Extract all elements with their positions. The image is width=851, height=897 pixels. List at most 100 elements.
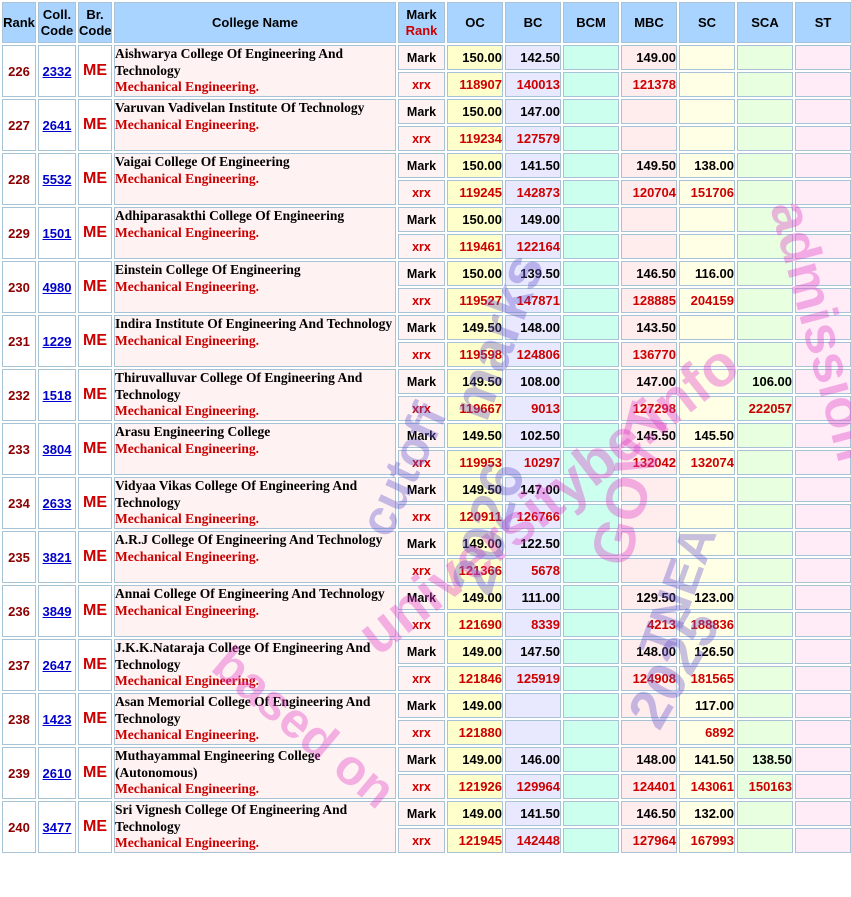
college-code-link[interactable]: 5532 [43, 172, 72, 187]
rank-bc: 9013 [505, 396, 561, 421]
college-name: Vaigai College Of Engineering [115, 154, 290, 169]
mark-oc: 149.50 [447, 369, 503, 394]
mark-bcm [563, 639, 619, 664]
mark-st [795, 801, 851, 826]
mark-sc: 132.00 [679, 801, 735, 826]
rank-bc: 124806 [505, 342, 561, 367]
branch-code: ME [78, 315, 112, 367]
mark-bc: 142.50 [505, 45, 561, 70]
college-code-link[interactable]: 2633 [43, 496, 72, 511]
mark-sc [679, 207, 735, 232]
college-name: Annai College Of Engineering And Technol… [115, 586, 385, 601]
mark-mbc: 148.00 [621, 747, 677, 772]
college-code-cell: 1501 [38, 207, 76, 259]
college-code-link[interactable]: 3849 [43, 604, 72, 619]
college-code-link[interactable]: 2647 [43, 658, 72, 673]
row-rank: 235 [2, 531, 36, 583]
header-mbc: MBC [621, 2, 677, 43]
rank-bcm [563, 180, 619, 205]
table-row: 228 5532 ME Vaigai College Of Engineering Me… [2, 153, 851, 205]
rank-mbc [621, 126, 677, 151]
mark-label: Mark [398, 801, 445, 826]
rank-mbc: 4213 [621, 612, 677, 637]
college-code-link[interactable]: 1229 [43, 334, 72, 349]
college-code-link[interactable]: 3477 [43, 820, 72, 835]
mark-oc: 150.00 [447, 45, 503, 70]
rank-sc [679, 72, 735, 97]
college-code-link[interactable]: 2641 [43, 118, 72, 133]
rank-oc: 119461 [447, 234, 503, 259]
college-name-cell: Aishwarya College Of Engineering And Tec… [114, 45, 396, 97]
college-name-cell: J.K.K.Nataraja College Of Engineering An… [114, 639, 396, 691]
mark-oc: 150.00 [447, 99, 503, 124]
rank-mbc: 128885 [621, 288, 677, 313]
mark-oc: 149.00 [447, 531, 503, 556]
mark-oc: 149.00 [447, 585, 503, 610]
rank-mbc: 124401 [621, 774, 677, 799]
rank-sca: 150163 [737, 774, 793, 799]
rank-bc: 125919 [505, 666, 561, 691]
mark-bc: 141.50 [505, 801, 561, 826]
mark-mbc: 146.50 [621, 261, 677, 286]
mark-oc: 150.00 [447, 207, 503, 232]
college-code-link[interactable]: 1518 [43, 388, 72, 403]
mark-oc: 149.50 [447, 315, 503, 340]
header-rank-label: Rank [405, 22, 438, 38]
rank-bc: 5678 [505, 558, 561, 583]
mark-bcm [563, 585, 619, 610]
mark-st [795, 423, 851, 448]
rank-sca [737, 720, 793, 745]
college-name-cell: Thiruvalluvar College Of Engineering And… [114, 369, 396, 421]
rank-label: xrx [398, 720, 445, 745]
mark-bcm [563, 261, 619, 286]
rank-sc: 143061 [679, 774, 735, 799]
mark-sca [737, 261, 793, 286]
college-name: Einstein College Of Engineering [115, 262, 301, 277]
mark-bcm [563, 153, 619, 178]
rank-oc: 120911 [447, 504, 503, 529]
rank-sc: 132074 [679, 450, 735, 475]
mark-sca: 138.50 [737, 747, 793, 772]
college-code-link[interactable]: 4980 [43, 280, 72, 295]
college-name-cell: Arasu Engineering College Mechanical Engi… [114, 423, 396, 475]
table-header: Rank Coll. Code Br. Code College Name Ma… [2, 2, 851, 43]
rank-oc: 119245 [447, 180, 503, 205]
row-rank: 228 [2, 153, 36, 205]
college-name-cell: Asan Memorial College Of Engineering And… [114, 693, 396, 745]
mark-label: Mark [398, 693, 445, 718]
rank-st [795, 396, 851, 421]
mark-sc: 116.00 [679, 261, 735, 286]
branch-code: ME [78, 423, 112, 475]
mark-sca [737, 585, 793, 610]
branch-code: ME [78, 45, 112, 97]
mark-bcm [563, 747, 619, 772]
college-code-link[interactable]: 2332 [43, 64, 72, 79]
rank-sca [737, 666, 793, 691]
rank-st [795, 828, 851, 853]
college-code-cell: 2641 [38, 99, 76, 151]
mark-sc: 126.50 [679, 639, 735, 664]
rank-sc [679, 126, 735, 151]
branch-name: Mechanical Engineering. [115, 727, 259, 742]
rank-label: xrx [398, 558, 445, 583]
mark-sca [737, 423, 793, 448]
college-code-cell: 2633 [38, 477, 76, 529]
mark-oc: 149.00 [447, 801, 503, 826]
mark-bcm [563, 423, 619, 448]
header-bcm: BCM [563, 2, 619, 43]
rank-mbc: 127964 [621, 828, 677, 853]
college-code-link[interactable]: 2610 [43, 766, 72, 781]
college-code-link[interactable]: 3804 [43, 442, 72, 457]
rank-oc: 121880 [447, 720, 503, 745]
rank-oc: 119527 [447, 288, 503, 313]
college-code-link[interactable]: 1501 [43, 226, 72, 241]
branch-name: Mechanical Engineering. [115, 781, 259, 796]
rank-bcm [563, 342, 619, 367]
college-code-link[interactable]: 3821 [43, 550, 72, 565]
table-row: 231 1229 ME Indira Institute Of Engineering… [2, 315, 851, 367]
mark-mbc: 149.50 [621, 153, 677, 178]
table-row: 229 1501 ME Adhiparasakthi College Of Engin… [2, 207, 851, 259]
mark-mbc [621, 207, 677, 232]
header-coll-code: Coll. Code [38, 2, 76, 43]
college-code-link[interactable]: 1423 [43, 712, 72, 727]
